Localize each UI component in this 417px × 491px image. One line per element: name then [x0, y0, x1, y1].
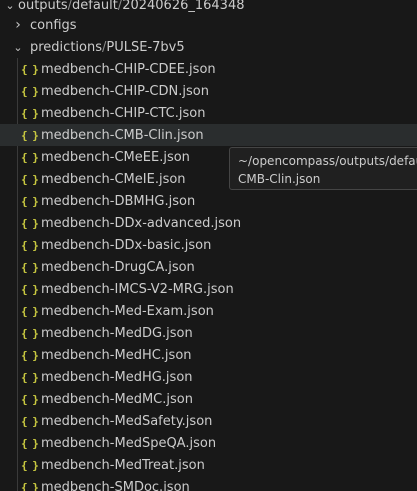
- file-name: medbench-MedSpeQA.json: [41, 435, 217, 451]
- model-folder-label: PULSE-7bv5: [106, 39, 185, 55]
- json-file-icon: { }: [21, 150, 39, 164]
- json-file-icon: { }: [21, 84, 39, 98]
- json-file-icon: { }: [21, 304, 39, 318]
- json-file-icon: { }: [21, 172, 39, 186]
- file-name: medbench-MedDG.json: [41, 325, 193, 341]
- file-name: medbench-MedHG.json: [41, 369, 193, 385]
- breadcrumb-run: 20240626_164348: [122, 0, 245, 13]
- json-file-icon: { }: [21, 216, 39, 230]
- json-file-icon: { }: [21, 326, 39, 340]
- folder-predictions[interactable]: ⌄ predictions / PULSE-7bv5: [0, 36, 417, 58]
- file-item[interactable]: { } medbench-MedHG.json: [0, 366, 417, 388]
- json-file-icon: { }: [21, 392, 39, 406]
- json-file-icon: { }: [21, 62, 39, 76]
- folder-configs-label: configs: [30, 17, 77, 33]
- json-file-icon: { }: [21, 128, 39, 142]
- json-file-icon: { }: [21, 370, 39, 384]
- json-file-icon: { }: [21, 348, 39, 362]
- file-item[interactable]: { } medbench-CMB-Clin.json: [0, 124, 417, 146]
- file-item[interactable]: { } medbench-CHIP-CDEE.json: [0, 58, 417, 80]
- file-item[interactable]: { } medbench-MedMC.json: [0, 388, 417, 410]
- file-item[interactable]: { } medbench-MedTreat.json: [0, 454, 417, 476]
- file-name: medbench-IMCS-V2-MRG.json: [41, 281, 234, 297]
- json-file-icon: { }: [21, 480, 39, 491]
- file-item[interactable]: { } medbench-IMCS-V2-MRG.json: [0, 278, 417, 300]
- chevron-right-icon: ›: [15, 17, 21, 33]
- file-item[interactable]: { } medbench-MedSafety.json: [0, 410, 417, 432]
- file-name: medbench-CMeIE.json: [41, 171, 186, 187]
- file-item[interactable]: { } medbench-MedHC.json: [0, 344, 417, 366]
- file-item[interactable]: { } medbench-DDx-advanced.json: [0, 212, 417, 234]
- tooltip-path: ~/opencompass/outputs/default/: [238, 154, 417, 168]
- file-name: medbench-CMB-Clin.json: [41, 127, 204, 143]
- breadcrumb-outputs: outputs: [18, 0, 68, 13]
- file-name: medbench-Med-Exam.json: [41, 303, 214, 319]
- file-item[interactable]: { } medbench-CHIP-CTC.json: [0, 102, 417, 124]
- file-item[interactable]: { } medbench-DBMHG.json: [0, 190, 417, 212]
- file-item[interactable]: { } medbench-DDx-basic.json: [0, 234, 417, 256]
- folder-configs[interactable]: › configs: [0, 14, 417, 36]
- tooltip-filename: CMB-Clin.json: [238, 172, 321, 186]
- file-item[interactable]: { } medbench-Med-Exam.json: [0, 300, 417, 322]
- file-name: medbench-DrugCA.json: [41, 259, 195, 275]
- chevron-down-icon: ⌄: [13, 40, 23, 54]
- json-file-icon: { }: [21, 194, 39, 208]
- file-item[interactable]: { } medbench-SMDoc.json: [0, 476, 417, 491]
- file-item[interactable]: { } medbench-CHIP-CDN.json: [0, 80, 417, 102]
- file-item[interactable]: { } medbench-MedSpeQA.json: [0, 432, 417, 454]
- file-name: medbench-MedTreat.json: [41, 457, 205, 473]
- file-name: medbench-DBMHG.json: [41, 193, 196, 209]
- file-name: medbench-MedMC.json: [41, 391, 193, 407]
- file-name: medbench-DDx-basic.json: [41, 237, 212, 253]
- file-name: medbench-CMeEE.json: [41, 149, 190, 165]
- file-name: medbench-CHIP-CDN.json: [41, 83, 209, 99]
- file-name: medbench-MedHC.json: [41, 347, 192, 363]
- json-file-icon: { }: [21, 436, 39, 450]
- json-file-icon: { }: [21, 414, 39, 428]
- breadcrumb-default: default: [72, 0, 118, 13]
- file-name: medbench-MedSafety.json: [41, 413, 213, 429]
- file-name: medbench-CHIP-CTC.json: [41, 105, 206, 121]
- file-name: medbench-DDx-advanced.json: [41, 215, 242, 231]
- file-item[interactable]: { } medbench-MedDG.json: [0, 322, 417, 344]
- explorer-tree: ⌄ outputs / default / 20240626_164348 › …: [0, 0, 417, 491]
- json-file-icon: { }: [21, 238, 39, 252]
- file-name: medbench-CHIP-CDEE.json: [41, 61, 216, 77]
- file-name: medbench-SMDoc.json: [41, 479, 190, 491]
- json-file-icon: { }: [21, 106, 39, 120]
- predictions-label: predictions: [30, 39, 102, 55]
- json-file-icon: { }: [21, 260, 39, 274]
- path-tooltip: ~/opencompass/outputs/default/ CMB-Clin.…: [229, 147, 417, 190]
- chevron-down-icon: ⌄: [5, 0, 15, 12]
- json-file-icon: { }: [21, 282, 39, 296]
- file-item[interactable]: { } medbench-DrugCA.json: [0, 256, 417, 278]
- json-file-icon: { }: [21, 458, 39, 472]
